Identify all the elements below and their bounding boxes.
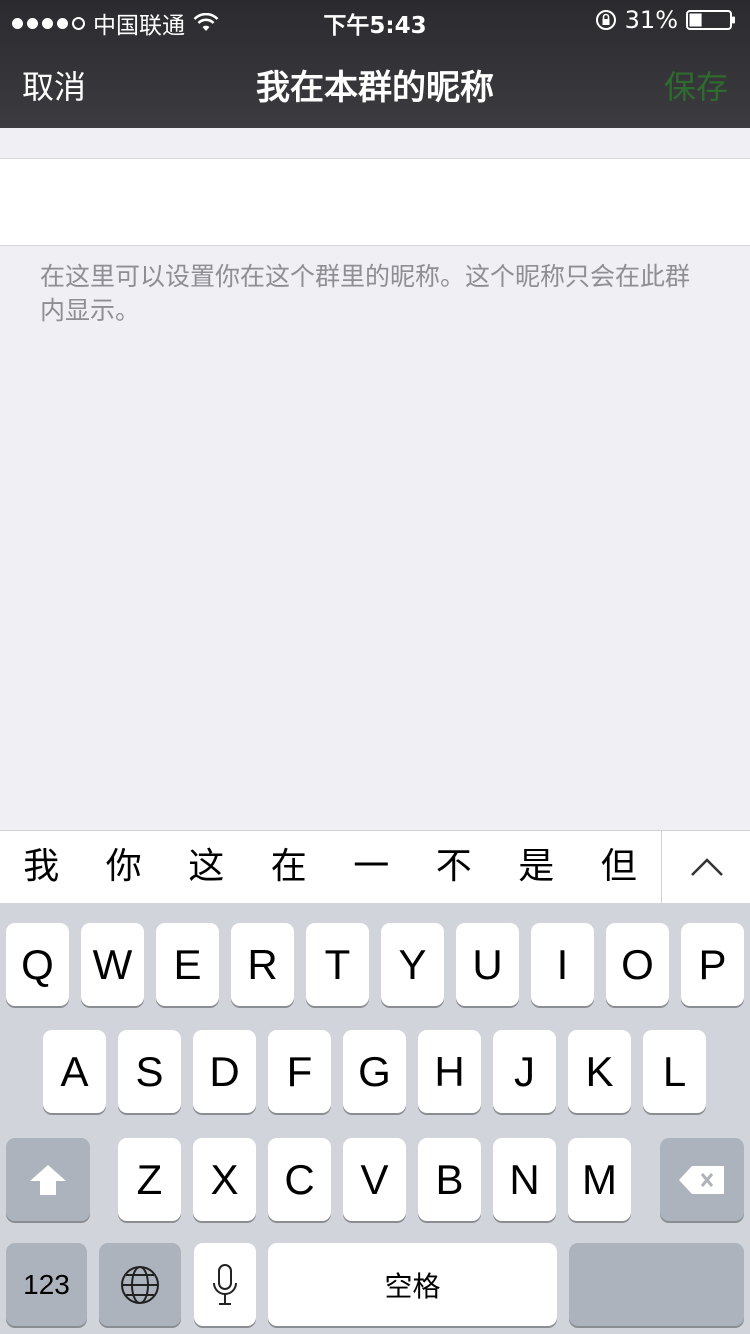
key-p[interactable]: P [681, 923, 744, 1006]
key-k[interactable]: K [568, 1030, 631, 1113]
key-l[interactable]: L [643, 1030, 706, 1113]
key-o[interactable]: O [606, 923, 669, 1006]
key-r[interactable]: R [231, 923, 294, 1006]
header: 中国联通 下午5:43 31% 取消 我在本群的昵称 保存 [0, 0, 750, 128]
candidate-word[interactable]: 在 [248, 831, 331, 903]
key-u[interactable]: U [456, 923, 519, 1006]
key-q[interactable]: Q [6, 923, 69, 1006]
key-y[interactable]: Y [381, 923, 444, 1006]
candidate-word[interactable]: 我 [0, 831, 83, 903]
globe-key[interactable] [99, 1243, 181, 1326]
save-button[interactable]: 保存 [664, 62, 728, 108]
globe-icon [121, 1265, 159, 1304]
key-f[interactable]: F [268, 1030, 331, 1113]
key-v[interactable]: V [343, 1138, 406, 1221]
battery-percent: 31% [624, 6, 678, 34]
expand-candidates-button[interactable] [661, 831, 750, 903]
key-e[interactable]: E [156, 923, 219, 1006]
candidate-list: 我 你 这 在 一 不 是 但 [0, 831, 660, 903]
return-key[interactable] [569, 1243, 744, 1326]
key-t[interactable]: T [306, 923, 369, 1006]
battery-fill [689, 13, 702, 27]
key-z[interactable]: Z [118, 1138, 181, 1221]
microphone-key[interactable] [194, 1243, 256, 1326]
key-h[interactable]: H [418, 1030, 481, 1113]
key-w[interactable]: W [81, 923, 144, 1006]
candidate-word[interactable]: 这 [165, 831, 248, 903]
candidate-bar: 我 你 这 在 一 不 是 但 [0, 830, 750, 904]
hint-text: 在这里可以设置你在这个群里的昵称。这个昵称只会在此群内显示。 [40, 262, 691, 325]
keyboard: Q W E R T Y U I O P A S D F G H J K L Z … [0, 903, 750, 1334]
candidate-word[interactable]: 一 [330, 831, 413, 903]
numbers-key[interactable]: 123 [6, 1243, 87, 1326]
navigation-bar: 取消 我在本群的昵称 保存 [0, 40, 750, 128]
battery-icon [686, 10, 735, 30]
candidate-word[interactable]: 是 [495, 831, 578, 903]
key-b[interactable]: B [418, 1138, 481, 1221]
key-j[interactable]: J [493, 1030, 556, 1113]
status-right: 31% [595, 6, 738, 34]
microphone-icon [213, 1263, 237, 1305]
nickname-input[interactable] [0, 159, 750, 245]
status-bar: 中国联通 下午5:43 31% [0, 0, 750, 40]
delete-key[interactable] [660, 1138, 744, 1221]
key-g[interactable]: G [343, 1030, 406, 1113]
key-m[interactable]: M [568, 1138, 631, 1221]
chevron-up-icon [690, 858, 723, 876]
candidate-word[interactable]: 但 [578, 831, 661, 903]
shift-key[interactable] [6, 1138, 90, 1221]
key-d[interactable]: D [193, 1030, 256, 1113]
key-a[interactable]: A [43, 1030, 106, 1113]
candidate-word[interactable]: 不 [413, 831, 496, 903]
shift-arrow-icon [30, 1164, 66, 1195]
key-n[interactable]: N [493, 1138, 556, 1221]
key-c[interactable]: C [268, 1138, 331, 1221]
nickname-input-row [0, 158, 750, 246]
backspace-icon [679, 1165, 724, 1194]
key-s[interactable]: S [118, 1030, 181, 1113]
space-key[interactable]: 空格 [268, 1243, 557, 1326]
key-x[interactable]: X [193, 1138, 256, 1221]
page-title: 我在本群的昵称 [256, 68, 494, 108]
candidate-word[interactable]: 你 [83, 831, 166, 903]
rotation-lock-icon [595, 10, 616, 30]
key-i[interactable]: I [531, 923, 594, 1006]
